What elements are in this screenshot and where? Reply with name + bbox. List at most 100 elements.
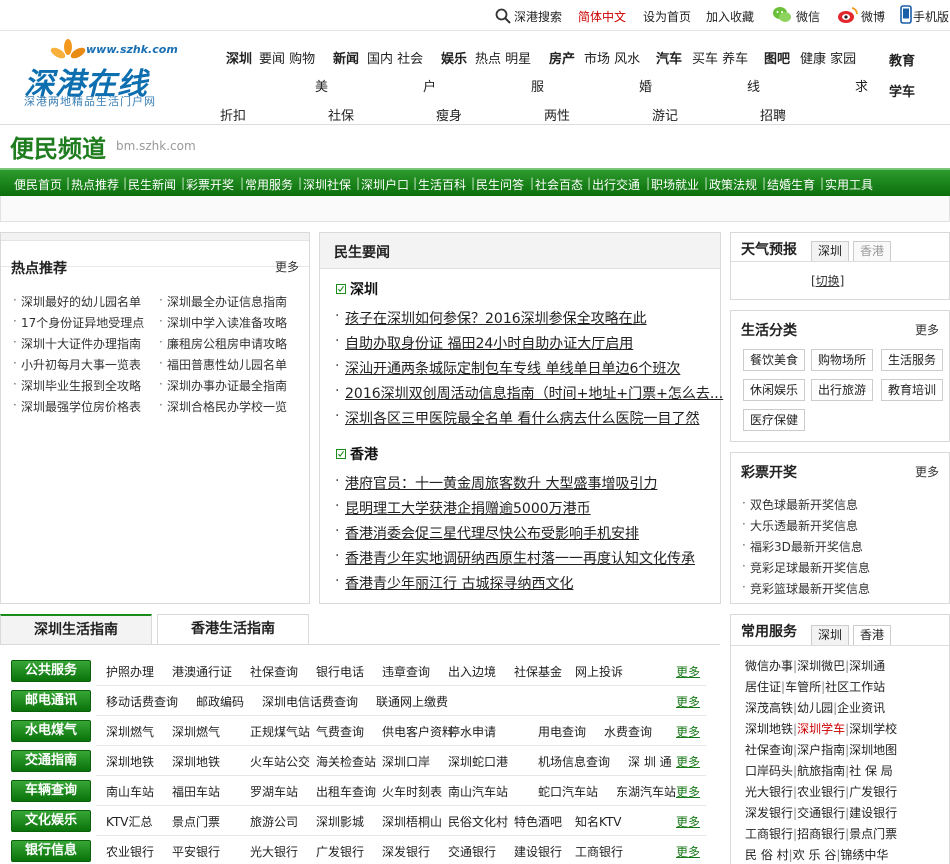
service-link[interactable]: 车管所 (785, 680, 821, 694)
news-headline-link[interactable]: 深汕开通两条城际定制包车专线 单线单日单边6个班次 (335, 358, 680, 378)
guide-link[interactable]: 联通网上缴费 (376, 693, 448, 710)
service-link[interactable]: 深圳微巴 (797, 659, 845, 673)
guide-link[interactable]: 蛇口汽车站 (538, 783, 598, 800)
search-icon[interactable] (495, 8, 511, 24)
service-link[interactable]: 幼儿园 (797, 701, 833, 715)
life-category-tag[interactable]: 出行旅游 (811, 379, 874, 401)
guide-link[interactable]: 民俗文化村 (448, 813, 508, 830)
guide-more-link[interactable]: 更多 (676, 753, 700, 770)
guide-link[interactable]: 深圳电信话费查询 (262, 693, 358, 710)
guide-link[interactable]: 福田车站 (172, 783, 220, 800)
hot-item-link[interactable]: 廉租房公租房申请攻略 (159, 335, 287, 352)
service-link[interactable]: 景点门票 (849, 827, 897, 841)
service-link[interactable]: 民 俗 村 (745, 848, 789, 862)
guide-link[interactable]: 工商银行 (575, 843, 623, 860)
channel-nav-item[interactable]: 民生新闻 (128, 176, 176, 193)
service-link[interactable]: 光大银行 (745, 785, 793, 799)
hot-item-link[interactable]: 深圳合格民办学校一览 (159, 398, 287, 415)
service-link[interactable]: 建设银行 (849, 806, 897, 820)
weibo-link[interactable]: 微博 (861, 8, 885, 25)
site-logo[interactable]: www.szhk.com 深港在线 深港两地精品生活门户网 (20, 39, 200, 108)
channel-nav-item[interactable]: 社会百态 (535, 176, 583, 193)
news-section-shenzhen[interactable]: 深圳 (336, 279, 378, 299)
guide-link[interactable]: 南山车站 (106, 783, 154, 800)
news-headline-link[interactable]: 自助办取身份证 福田24小时自助办证大厅启用 (335, 333, 633, 353)
news-headline-link[interactable]: 香港消委会促三星代理尽快公布受影响手机安排 (335, 523, 639, 543)
service-link[interactable]: 微信办事 (745, 659, 793, 673)
nav-relationship[interactable]: 两性 (544, 105, 570, 124)
lottery-item-link[interactable]: 福彩3D最新开奖信息 (742, 538, 863, 555)
channel-nav-item[interactable]: 生活百科 (418, 176, 466, 193)
service-link[interactable]: 企业资讯 (837, 701, 885, 715)
nav-news[interactable]: 新闻 (333, 48, 359, 67)
guide-link[interactable]: 海关检查站 (316, 753, 376, 770)
lottery-more[interactable]: 更多 (915, 463, 939, 480)
add-favorite-link[interactable]: 加入收藏 (706, 8, 754, 25)
service-link[interactable]: 深圳学车 (797, 722, 845, 736)
lottery-item-link[interactable]: 大乐透最新开奖信息 (742, 517, 858, 534)
guide-link[interactable]: 护照办理 (106, 663, 154, 680)
nav-pictures-sub[interactable]: 健康 家园 (800, 48, 856, 67)
guide-link[interactable]: 深圳地铁 (172, 753, 220, 770)
guide-link[interactable]: 南山汽车站 (448, 783, 508, 800)
service-link[interactable]: 居住证 (745, 680, 781, 694)
guide-link[interactable]: 停水申请 (448, 723, 496, 740)
guide-category-button[interactable]: 银行信息 (11, 840, 91, 862)
guide-link[interactable]: 景点门票 (172, 813, 220, 830)
guide-link[interactable]: 深圳影城 (316, 813, 364, 830)
channel-nav-item[interactable]: 常用服务 (245, 176, 293, 193)
guide-link[interactable]: 光大银行 (250, 843, 298, 860)
service-link[interactable]: 深圳地图 (849, 743, 897, 757)
guide-link[interactable]: 深圳燃气 (106, 723, 154, 740)
channel-nav-item[interactable]: 政策法规 (709, 176, 757, 193)
guide-link[interactable]: 出入边境 (448, 663, 496, 680)
lottery-item-link[interactable]: 竞彩足球最新开奖信息 (742, 559, 870, 576)
guide-link[interactable]: 火车时刻表 (382, 783, 442, 800)
nav-shenzhen-sub2[interactable]: 美 (315, 76, 328, 95)
guide-link[interactable]: 移动话费查询 (106, 693, 178, 710)
life-category-more[interactable]: 更多 (915, 321, 939, 338)
nav-shenzhen-sub[interactable]: 要闻 购物 (259, 48, 315, 67)
channel-nav-item[interactable]: 实用工具 (825, 176, 873, 193)
guide-link[interactable]: 机场信息查询 (538, 753, 610, 770)
nav-house-sub2[interactable]: 婚 (639, 76, 652, 95)
service-link[interactable]: 招商银行 (797, 827, 845, 841)
guide-link[interactable]: 网上投诉 (575, 663, 623, 680)
service-link[interactable]: 深圳地铁 (745, 722, 793, 736)
site-search-link[interactable]: 深港搜索 (514, 8, 562, 25)
nav-car[interactable]: 汽车 (656, 48, 682, 67)
guide-link[interactable]: 用电查询 (538, 723, 586, 740)
service-link[interactable]: 航旅指南 (797, 764, 845, 778)
nav-house-sub[interactable]: 市场 风水 (584, 48, 640, 67)
nav-entertainment[interactable]: 娱乐 (441, 48, 467, 67)
weibo-icon[interactable] (837, 6, 859, 24)
guide-link[interactable]: 深圳地铁 (106, 753, 154, 770)
guide-category-button[interactable]: 交通指南 (11, 750, 91, 772)
guide-more-link[interactable]: 更多 (676, 723, 700, 740)
guide-link[interactable]: 深圳燃气 (172, 723, 220, 740)
news-headline-link[interactable]: 深圳各区三甲医院最全名单 看什么病去什么医院一目了然 (335, 408, 699, 428)
guide-link[interactable]: 社保查询 (250, 663, 298, 680)
service-link[interactable]: 口岸码头 (745, 764, 793, 778)
guide-link[interactable]: 深圳蛇口港 (448, 753, 508, 770)
channel-nav-item[interactable]: 深圳户口 (361, 176, 409, 193)
news-headline-link[interactable]: 香港青少年实地调研纳西原生村落一一再度认知文化传承 (335, 548, 695, 568)
nav-pictures[interactable]: 图吧 (764, 48, 790, 67)
wechat-link[interactable]: 微信 (796, 8, 820, 25)
service-link[interactable]: 深发银行 (745, 806, 793, 820)
nav-social-security[interactable]: 社保 (328, 105, 354, 124)
life-category-tag[interactable]: 医疗保健 (743, 409, 806, 431)
news-headline-link[interactable]: 2016深圳双创周活动信息指南（时间+地址+门票+怎么去... (335, 383, 723, 403)
nav-discount[interactable]: 折扣 (220, 105, 246, 124)
guide-link[interactable]: 供电客户资料 (382, 723, 454, 740)
guide-link[interactable]: 深 圳 通 (628, 753, 672, 770)
service-link[interactable]: 交通银行 (797, 806, 845, 820)
guide-category-button[interactable]: 公共服务 (11, 660, 91, 682)
hot-item-link[interactable]: 深圳中学入读准备攻略 (159, 314, 287, 331)
mobile-version-link[interactable]: 手机版 (913, 8, 949, 25)
service-link[interactable]: 深圳学校 (849, 722, 897, 736)
services-tab-hongkong[interactable]: 香港 (853, 625, 892, 645)
guide-link[interactable]: 建设银行 (514, 843, 562, 860)
guide-link[interactable]: 港澳通行证 (172, 663, 232, 680)
guide-category-button[interactable]: 车辆查询 (11, 780, 91, 802)
